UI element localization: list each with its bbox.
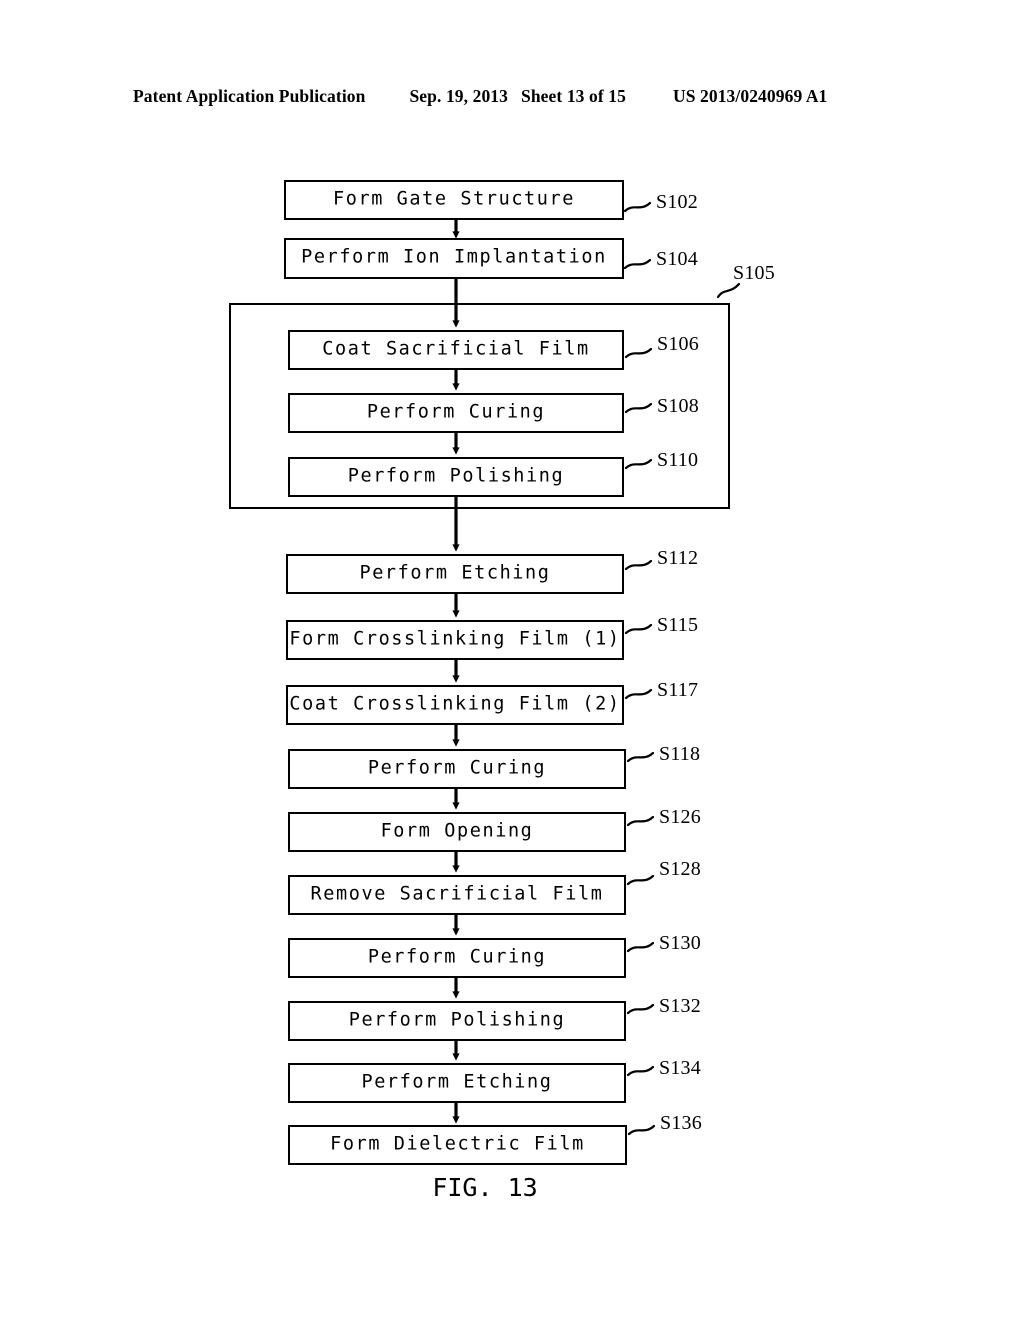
step-node-s130[interactable]: Perform Curing — [288, 938, 626, 978]
ref-label-s117: S117 — [657, 679, 699, 701]
step-node-s115[interactable]: Form Crosslinking Film (1) — [286, 620, 624, 660]
step-label-s115: Form Crosslinking Film (1) — [289, 628, 621, 650]
ref-label-s102: S102 — [656, 191, 698, 213]
step-label-s117: Coat Crosslinking Film (2) — [289, 693, 621, 715]
ref-label-s130: S130 — [659, 932, 701, 954]
ref-label-s108: S108 — [657, 395, 699, 417]
step-label-s136: Form Dielectric Film — [330, 1133, 585, 1155]
step-node-s110[interactable]: Perform Polishing — [288, 457, 624, 497]
ref-label-s112: S112 — [657, 547, 699, 569]
ref-label-s126: S126 — [659, 806, 701, 828]
step-label-s134: Perform Etching — [361, 1071, 553, 1093]
step-node-s126[interactable]: Form Opening — [288, 812, 626, 852]
ref-label-s136: S136 — [660, 1112, 702, 1134]
flowchart: Form Gate Structure Perform Ion Implanta… — [0, 0, 1024, 1320]
ref-label-s118: S118 — [659, 743, 701, 765]
step-label-s106: Coat Sacrificial Film — [322, 338, 590, 360]
step-label-s108: Perform Curing — [366, 401, 546, 423]
step-label-s128: Remove Sacrificial Film — [310, 883, 604, 905]
step-label-s104: Perform Ion Implantation — [301, 246, 607, 268]
ref-label-s134: S134 — [659, 1057, 701, 1079]
ref-label-s105: S105 — [733, 262, 775, 284]
ref-label-s104: S104 — [656, 248, 698, 270]
ref-label-s115: S115 — [657, 614, 699, 636]
step-node-s132[interactable]: Perform Polishing — [288, 1001, 626, 1041]
ref-label-s132: S132 — [659, 995, 701, 1017]
step-label-s126: Form Opening — [380, 820, 534, 842]
step-label-s110: Perform Polishing — [347, 465, 565, 487]
figure-caption-text: FIG. 13 — [432, 1173, 538, 1202]
step-node-s108[interactable]: Perform Curing — [288, 393, 624, 433]
step-label-s102: Form Gate Structure — [332, 188, 576, 210]
step-node-s134[interactable]: Perform Etching — [288, 1063, 626, 1103]
step-node-s104[interactable]: Perform Ion Implantation — [284, 238, 624, 279]
step-node-s118[interactable]: Perform Curing — [288, 749, 626, 789]
step-label-s130: Perform Curing — [367, 946, 547, 968]
step-label-s118: Perform Curing — [367, 757, 547, 779]
step-node-s102[interactable]: Form Gate Structure — [284, 180, 624, 220]
step-node-s106[interactable]: Coat Sacrificial Film — [288, 330, 624, 370]
step-label-s132: Perform Polishing — [348, 1009, 566, 1031]
step-node-s128[interactable]: Remove Sacrificial Film — [288, 875, 626, 915]
figure-caption: FIG. 13 — [0, 1172, 1024, 1203]
step-node-s112[interactable]: Perform Etching — [286, 554, 624, 594]
step-label-s112: Perform Etching — [359, 562, 551, 584]
ref-label-s106: S106 — [657, 333, 699, 355]
step-node-s136[interactable]: Form Dielectric Film — [288, 1125, 627, 1165]
ref-label-s110: S110 — [657, 449, 699, 471]
ref-label-s128: S128 — [659, 858, 701, 880]
step-node-s117[interactable]: Coat Crosslinking Film (2) — [286, 685, 624, 725]
